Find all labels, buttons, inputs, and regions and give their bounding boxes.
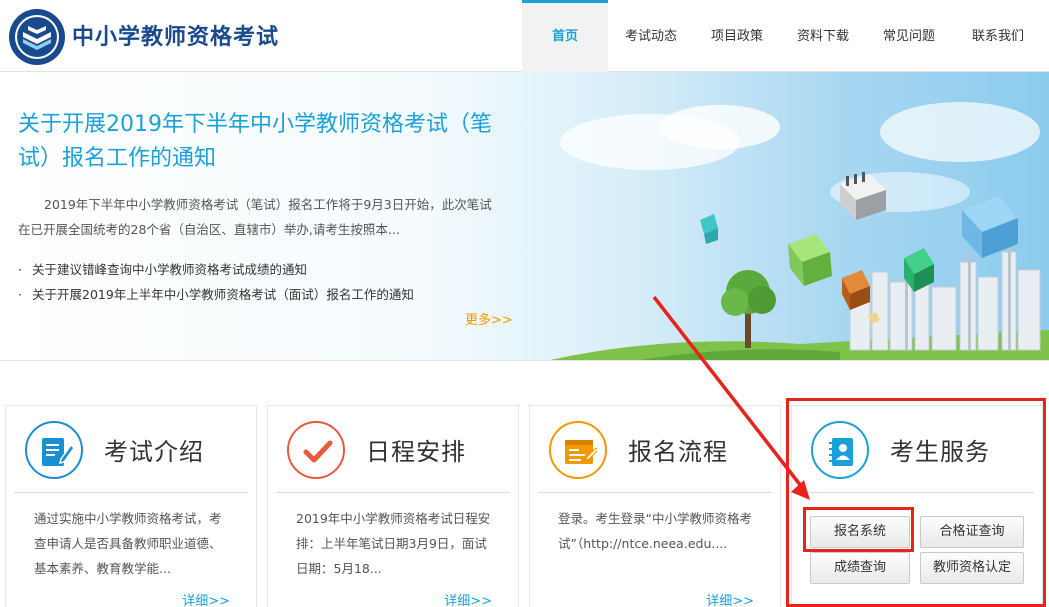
contact-book-icon	[829, 438, 853, 466]
checkmark-icon	[303, 440, 333, 463]
teacher-certification-button[interactable]: 教师资格认定	[920, 552, 1024, 584]
registration-system-button[interactable]: 报名系统	[810, 516, 910, 548]
card-more-link[interactable]: 详细>>	[182, 590, 230, 607]
bullet: ·	[18, 287, 22, 302]
headline-summary: 2019年下半年中小学教师资格考试（笔试）报名工作将于9月3日开始，此次笔试在已…	[18, 197, 492, 237]
nav-contact[interactable]: 联系我们	[952, 0, 1044, 72]
card-description: 2019年中小学教师资格考试日程安排：上半年笔试日期3月9日，面试日期：5月18…	[296, 511, 491, 576]
site-header: 中小学教师资格考试 首页 考试动态 项目政策 资料下载 常见问题 联系我们	[0, 0, 1049, 72]
news-item[interactable]: · 关于开展2019年上半年中小学教师资格考试（面试）报名工作的通知	[18, 282, 414, 307]
card-more-link[interactable]: 详细>>	[444, 590, 492, 607]
card-registration-process: 报名流程 登录。考生登录“中小学教师资格考试”（http://ntce.neea…	[529, 405, 781, 607]
card-title[interactable]: 考试介绍	[104, 432, 204, 467]
news-item-label: 关于建议错峰查询中小学教师资格考试成绩的通知	[32, 262, 308, 277]
nav-downloads[interactable]: 资料下载	[780, 0, 866, 72]
news-item-label: 关于开展2019年上半年中小学教师资格考试（面试）报名工作的通知	[32, 287, 414, 302]
card-icon-circle	[25, 421, 83, 479]
main-nav: 首页 考试动态 项目政策 资料下载 常见问题 联系我们	[522, 0, 1044, 72]
card-exam-intro: 考试介绍 通过实施中小学教师资格考试，考查申请人是否具备教师职业道德、基本素养、…	[5, 405, 257, 607]
card-candidate-services: 考生服务 报名系统 合格证查询 成绩查询 教师资格认定	[791, 405, 1043, 607]
card-header: 考试介绍	[14, 406, 248, 493]
certificate-query-button[interactable]: 合格证查询	[920, 516, 1024, 548]
score-query-button[interactable]: 成绩查询	[810, 552, 910, 584]
form-icon	[565, 440, 597, 464]
nav-faq[interactable]: 常见问题	[866, 0, 952, 72]
card-title[interactable]: 日程安排	[366, 432, 466, 467]
card-description: 通过实施中小学教师资格考试，考查申请人是否具备教师职业道德、基本素养、教育教学能…	[34, 511, 222, 576]
section-divider	[0, 360, 1049, 361]
logo-emblem-icon[interactable]	[8, 8, 66, 66]
card-icon-circle	[811, 421, 869, 479]
card-icon-circle	[287, 421, 345, 479]
banner-illustration	[550, 102, 1049, 360]
card-more-link[interactable]: 详细>>	[706, 590, 754, 607]
card-description: 登录。考生登录“中小学教师资格考试”（http://ntce.neea.edu.…	[558, 511, 752, 551]
card-header: 考生服务	[800, 406, 1034, 493]
card-title[interactable]: 报名流程	[628, 432, 728, 467]
news-list: · 关于建议错峰查询中小学教师资格考试成绩的通知 · 关于开展2019年上半年中小学…	[18, 257, 414, 307]
nav-exam-news[interactable]: 考试动态	[608, 0, 694, 72]
site-title[interactable]: 中小学教师资格考试	[72, 19, 279, 51]
card-schedule: 日程安排 2019年中小学教师资格考试日程安排：上半年笔试日期3月9日，面试日期…	[267, 405, 519, 607]
bullet: ·	[18, 262, 22, 277]
nav-home[interactable]: 首页	[522, 0, 608, 72]
card-title[interactable]: 考生服务	[890, 432, 990, 467]
card-icon-circle	[549, 421, 607, 479]
card-header: 报名流程	[538, 406, 772, 493]
news-item[interactable]: · 关于建议错峰查询中小学教师资格考试成绩的通知	[18, 257, 414, 282]
card-header: 日程安排	[276, 406, 510, 493]
document-edit-icon	[42, 438, 73, 466]
more-news-link[interactable]: 更多>>	[465, 309, 513, 328]
news-banner: 关于开展2019年下半年中小学教师资格考试（笔试）报名工作的通知 2019年下半…	[0, 72, 1049, 360]
nav-policy[interactable]: 项目政策	[694, 0, 780, 72]
headline-link[interactable]: 关于开展2019年下半年中小学教师资格考试（笔试）报名工作的通知	[18, 108, 498, 176]
